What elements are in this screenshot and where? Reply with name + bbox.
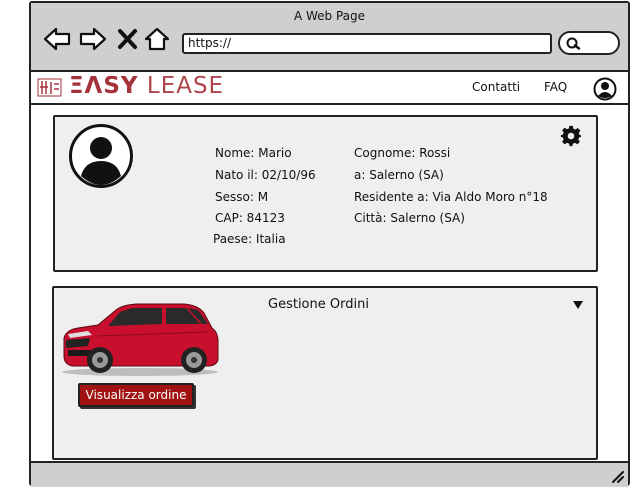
field-citta: Città: Salerno (SA)	[354, 211, 465, 225]
view-order-button[interactable]: Visualizza ordine	[78, 383, 194, 407]
orders-title: Gestione Ordini	[268, 297, 369, 312]
close-x-icon[interactable]	[117, 27, 139, 51]
window-title: A Web Page	[293, 9, 366, 23]
field-paese: Paese: Italia	[213, 232, 286, 246]
logo-light: LEASE	[146, 73, 225, 99]
field-nato-il: Nato il: 02/10/96	[215, 168, 316, 182]
address-bar[interactable]: https://	[182, 33, 552, 54]
forward-arrow-icon[interactable]	[79, 27, 107, 51]
resize-handle-icon[interactable]	[610, 469, 624, 483]
settings-gear-icon[interactable]	[560, 125, 582, 147]
field-residenza: Residente a: Via Aldo Moro n°18	[354, 190, 548, 204]
field-luogo-nascita: a: Salerno (SA)	[354, 168, 444, 182]
field-cognome: Cognome: Rossi	[354, 146, 451, 160]
user-account-icon[interactable]	[593, 77, 617, 101]
nav-faq[interactable]: FAQ	[544, 80, 567, 94]
logo-mark-icon	[37, 78, 62, 97]
search-icon	[566, 37, 581, 50]
car-image	[62, 303, 219, 376]
home-icon[interactable]	[144, 27, 170, 51]
logo[interactable]: ΞΛSY LEASE	[69, 73, 224, 99]
field-nome: Nome: Mario	[215, 146, 292, 160]
nav-contatti[interactable]: Contatti	[472, 80, 520, 94]
field-cap: CAP: 84123	[215, 211, 285, 225]
profile-card: Nome: Mario Nato il: 02/10/96 Sesso: M C…	[53, 115, 598, 272]
logo-bold: ΞΛSY	[69, 73, 139, 99]
search-input[interactable]	[558, 31, 620, 55]
field-sesso: Sesso: M	[215, 190, 269, 204]
back-arrow-icon[interactable]	[43, 27, 71, 51]
app-header: ΞΛSY LEASE Contatti FAQ	[31, 72, 628, 105]
orders-card	[52, 286, 598, 460]
profile-avatar-icon	[69, 124, 133, 188]
browser-status-bar	[31, 461, 628, 487]
browser-chrome: A Web Page https://	[31, 3, 628, 72]
dropdown-arrow-icon[interactable]	[572, 300, 584, 310]
